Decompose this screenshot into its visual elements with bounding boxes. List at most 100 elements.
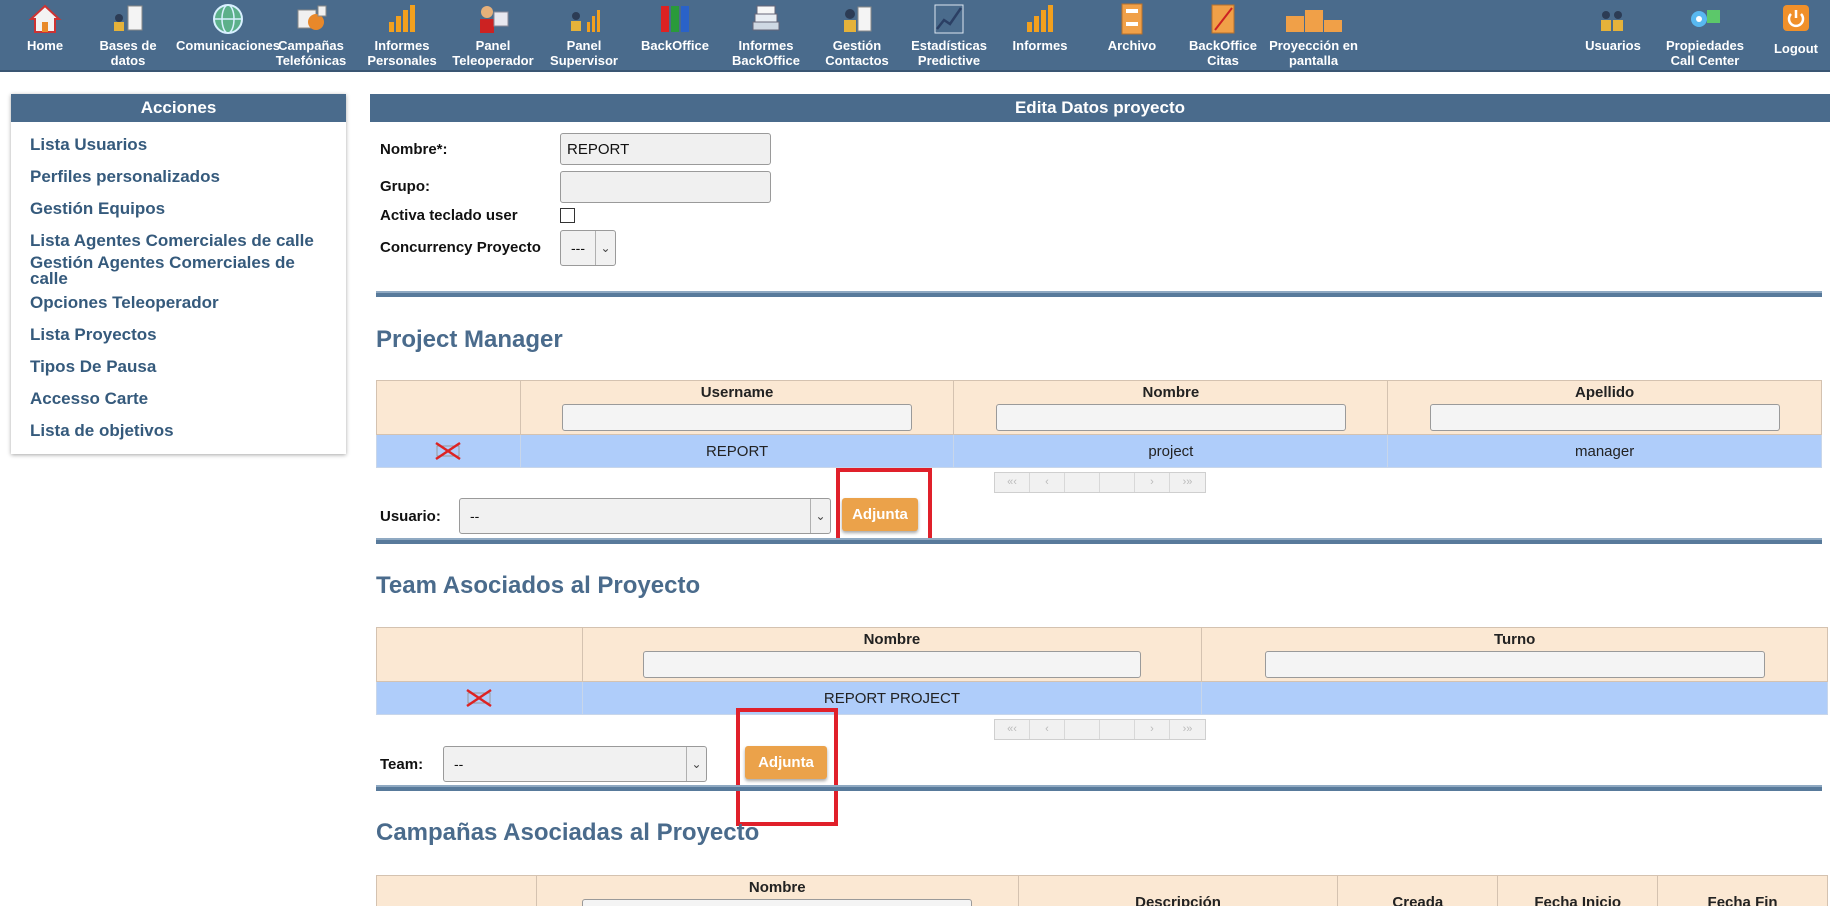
nav-informes[interactable]: Informes (995, 0, 1085, 72)
camp-header-nombre: Nombre (535, 875, 1019, 906)
nav-archivo[interactable]: Archivo (1087, 0, 1177, 72)
bar-chart-icon (389, 5, 415, 32)
nav-panel-teleoperador[interactable]: Panel Teleoperador (448, 0, 538, 72)
team-pager: «‹ ‹ › ›» (994, 719, 1206, 740)
nav-bases-de-datos[interactable]: Bases de datos (83, 0, 173, 72)
nav-proyeccion-pantalla[interactable]: Proyección en pantalla (1266, 0, 1361, 72)
settings-icon (1691, 10, 1720, 27)
teclado-label: Activa teclado user (380, 207, 518, 224)
line-chart-icon (934, 4, 964, 34)
pager-page-input[interactable] (1065, 720, 1100, 739)
cabinet-icon (1121, 3, 1143, 35)
pager-prev-button[interactable]: ‹ (1030, 720, 1065, 739)
sidebar-item-lista-objetivos[interactable]: Lista de objetivos (30, 422, 320, 439)
nav-backoffice[interactable]: BackOffice (630, 0, 720, 72)
sidebar-item-perfiles[interactable]: Perfiles personalizados (30, 168, 320, 185)
section-divider (376, 785, 1822, 791)
campaigns-title: Campañas Asociadas al Proyecto (376, 819, 760, 846)
sidebar-item-accesso-carte[interactable]: Accesso Carte (30, 390, 320, 407)
actions-panel: Acciones Lista Usuarios Perfiles persona… (11, 94, 346, 454)
team-row-delete-cell[interactable] (376, 681, 583, 715)
pager-prev-button[interactable]: ‹ (1030, 473, 1065, 492)
sidebar-item-gestion-equipos[interactable]: Gestión Equipos (30, 200, 320, 217)
chevron-down-icon: ⌄ (595, 231, 615, 265)
pager-next-button[interactable]: › (1135, 720, 1170, 739)
team-select[interactable]: -- ⌄ (443, 746, 707, 782)
nombre-label: Nombre*: (380, 141, 448, 158)
team-header-actions (376, 627, 583, 682)
team-title: Team Asociados al Proyecto (376, 572, 701, 599)
usuario-select-value: -- (470, 508, 480, 524)
pager-page-count (1100, 720, 1135, 739)
camp-header-nombre-label: Nombre (748, 879, 806, 896)
sidebar-item-lista-usuarios[interactable]: Lista Usuarios (30, 136, 320, 153)
pm-header-actions (376, 380, 521, 435)
pager-last-button[interactable]: ›» (1170, 720, 1205, 739)
sidebar-item-lista-proyectos[interactable]: Lista Proyectos (30, 326, 320, 343)
grupo-input[interactable] (560, 171, 771, 203)
table-row: REPORT PROJECT (376, 681, 1828, 715)
pm-filter-apellido-input[interactable] (1429, 404, 1780, 431)
nav-informes-backoffice[interactable]: Informes BackOffice (721, 0, 811, 72)
supervisor-icon (571, 10, 600, 32)
team-row-turno (1201, 681, 1828, 715)
pager-page-input[interactable] (1065, 473, 1100, 492)
power-icon (1783, 5, 1809, 31)
nav-propiedades-call-center[interactable]: Propiedades Call Center (1660, 0, 1750, 72)
home-icon (28, 4, 62, 33)
team-header-turno-label: Turno (1493, 631, 1536, 648)
delete-icon[interactable] (463, 687, 495, 709)
camp-filter-nombre-input[interactable] (582, 899, 973, 906)
nav-panel-supervisor[interactable]: Panel Supervisor (539, 0, 629, 72)
team-header-nombre: Nombre (581, 627, 1203, 682)
camp-header-actions (376, 875, 537, 906)
team-label: Team: (380, 756, 424, 773)
pm-header-apellido: Apellido (1387, 380, 1822, 435)
camp-header-fecha-fin: Fecha Fin (1657, 875, 1828, 906)
binders-icon (661, 6, 689, 32)
pm-row-delete-cell[interactable] (376, 434, 521, 468)
nav-backoffice-citas[interactable]: BackOffice Citas (1178, 0, 1268, 72)
sidebar-item-tipos-pausa[interactable]: Tipos De Pausa (30, 358, 320, 375)
highlight-box (736, 708, 838, 826)
usuario-select[interactable]: -- ⌄ (459, 498, 831, 534)
nav-usuarios[interactable]: Usuarios (1568, 0, 1658, 72)
concurrency-select[interactable]: --- ⌄ (560, 230, 616, 266)
team-row-nombre: REPORT PROJECT (581, 681, 1203, 715)
project-manager-title: Project Manager (376, 326, 563, 353)
team-table: Nombre Turno REPORT PROJECT (376, 627, 1828, 715)
pager-last-button[interactable]: ›» (1170, 473, 1205, 492)
team-filter-nombre-input[interactable] (642, 651, 1141, 678)
grupo-label: Grupo: (380, 178, 430, 195)
team-select-value: -- (454, 756, 464, 772)
pager-next-button[interactable]: › (1135, 473, 1170, 492)
edit-project-panel: Edita Datos proyecto Nombre*: Grupo: Act… (370, 94, 1830, 906)
pager-first-button[interactable]: «‹ (995, 720, 1030, 739)
team-filter-turno-input[interactable] (1264, 651, 1765, 678)
camp-header-fecha-inicio: Fecha Inicio (1497, 875, 1659, 906)
nav-gestion-contactos[interactable]: Gestión Contactos (812, 0, 902, 72)
nav-campanas-telefonicas[interactable]: Campañas Telefónicas (266, 0, 356, 72)
nav-home[interactable]: Home (0, 0, 90, 72)
database-icon (114, 5, 143, 31)
chevron-down-icon: ⌄ (686, 747, 706, 781)
users-icon (1601, 11, 1623, 31)
pager-first-button[interactable]: «‹ (995, 473, 1030, 492)
nav-informes-personales[interactable]: Informes Personales (357, 0, 447, 72)
nav-logout[interactable]: Logout (1751, 0, 1830, 72)
campaigns-table: Nombre Descripción Creada Fecha Inicio F… (376, 875, 1828, 906)
podium-icon (1285, 10, 1342, 32)
sidebar-item-gestion-agentes[interactable]: Gestión Agentes Comerciales de calle (30, 254, 320, 287)
pm-filter-username-input[interactable] (562, 404, 913, 431)
delete-icon[interactable] (432, 440, 464, 462)
nombre-input[interactable] (560, 133, 771, 165)
nav-estadisticas-predictive[interactable]: Estadísticas Predictive (904, 0, 994, 72)
table-row: REPORT project manager (376, 434, 1822, 468)
highlight-box (836, 468, 932, 542)
sidebar-item-lista-agentes[interactable]: Lista Agentes Comerciales de calle (30, 232, 320, 249)
pm-row-apellido: manager (1387, 434, 1822, 468)
notepad-icon (1211, 4, 1235, 34)
pm-filter-nombre-input[interactable] (995, 404, 1346, 431)
sidebar-item-opciones-teleoperador[interactable]: Opciones Teleoperador (30, 294, 320, 311)
teclado-checkbox[interactable] (560, 208, 575, 223)
